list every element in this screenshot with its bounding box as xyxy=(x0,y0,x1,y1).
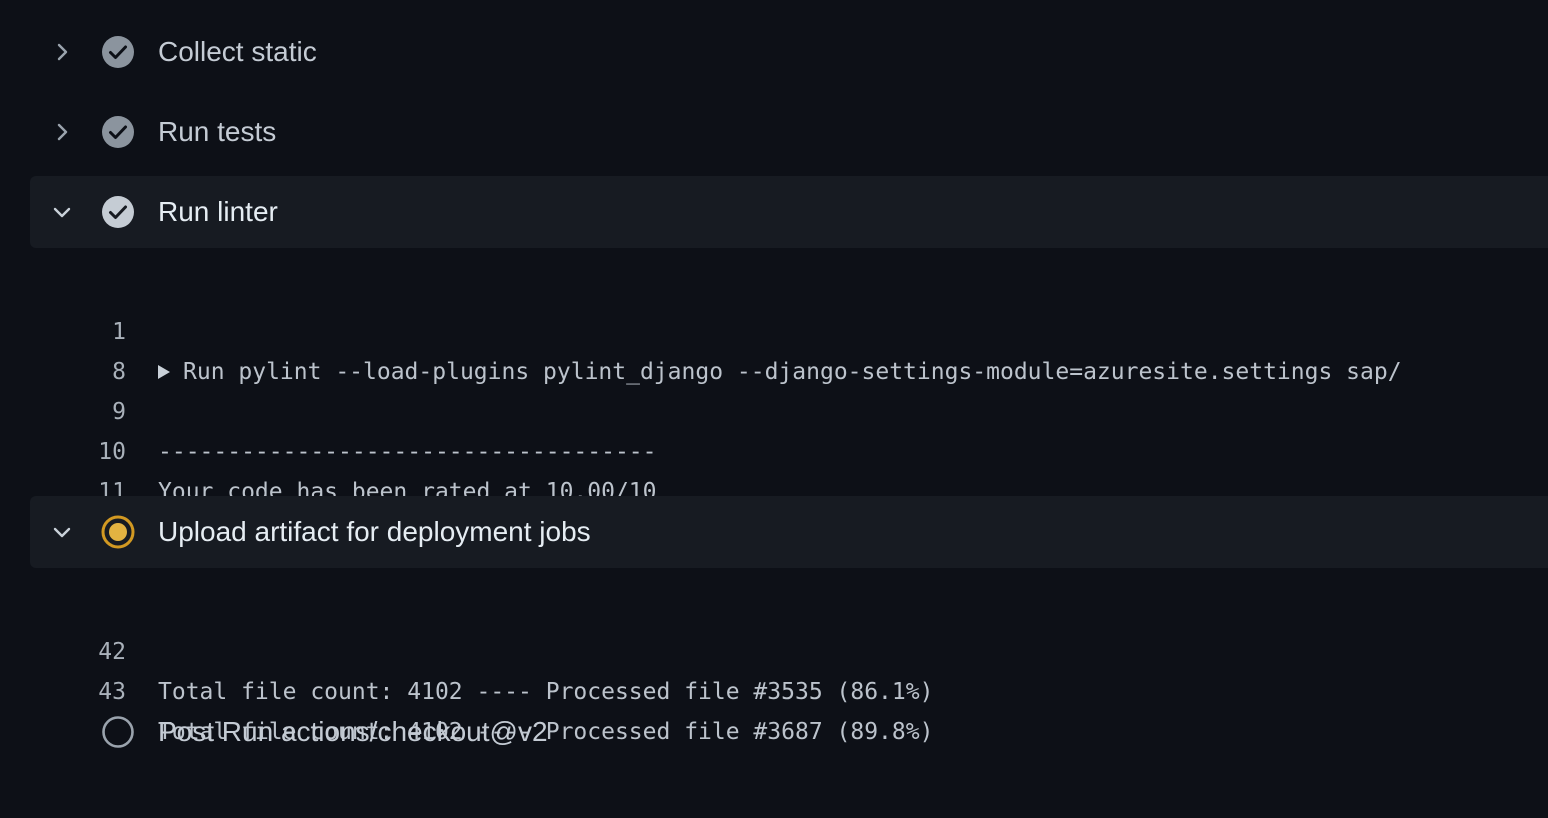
step-title: Upload artifact for deployment jobs xyxy=(158,516,591,547)
log-line[interactable]: 1 Run pylint --load-plugins pylint_djang… xyxy=(0,272,1548,385)
step-title: Run tests xyxy=(158,116,277,147)
step-post-run-checkout[interactable]: Post Run actions/checkout@v2 xyxy=(30,696,1548,768)
log-line: 10 Your code has been rated at 10.00/10 xyxy=(0,392,1548,505)
check-circle-icon xyxy=(102,36,134,68)
check-circle-icon xyxy=(102,116,134,148)
chevron-right-icon[interactable] xyxy=(50,40,74,64)
log-line: 11 xyxy=(0,432,1548,505)
log-line: 8 xyxy=(0,312,1548,385)
in-progress-icon xyxy=(101,515,135,549)
chevron-right-icon[interactable] xyxy=(50,120,74,144)
step-upload-artifact[interactable]: Upload artifact for deployment jobs xyxy=(30,496,1548,568)
check-circle-icon xyxy=(102,196,134,228)
step-run-tests[interactable]: Run tests xyxy=(30,96,1548,168)
log-line: 43 Total file count: 4102 ---- Processed… xyxy=(0,632,1548,745)
log-line: 9 ------------------------------------ xyxy=(0,352,1548,465)
chevron-down-icon[interactable] xyxy=(50,200,74,224)
empty-circle-icon xyxy=(102,716,134,748)
chevron-down-icon[interactable] xyxy=(50,520,74,544)
log-line: 42 Total file count: 4102 ---- Processed… xyxy=(0,592,1548,705)
step-title: Post Run actions/checkout@v2 xyxy=(158,716,548,747)
step-title: Run linter xyxy=(158,196,278,227)
step-collect-static[interactable]: Collect static xyxy=(30,16,1548,88)
step-run-linter[interactable]: Run linter xyxy=(30,176,1548,248)
step-title: Collect static xyxy=(158,36,317,67)
